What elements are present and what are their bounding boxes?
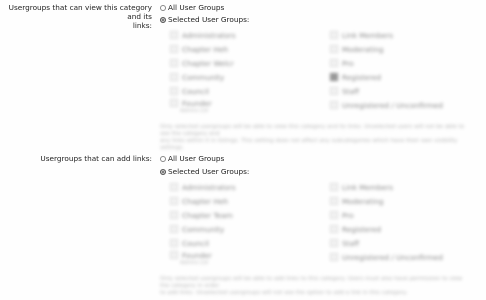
checkbox-checked-icon[interactable] [330,73,338,81]
checkbox-icon[interactable] [170,225,178,233]
usergroup-checkbox[interactable]: Link Members [330,28,443,42]
checkbox-icon[interactable] [330,45,338,53]
usergroup-checkbox[interactable]: Chapter Heh [170,194,236,208]
usergroup-checkbox[interactable]: Moderating [330,42,443,56]
add-usergroup-column-right: Link Members Moderating Pro Registered S… [330,180,443,264]
usergroup-checkbox[interactable]: Pro [330,208,443,222]
checkbox-icon[interactable] [170,87,178,95]
radio-checked-icon[interactable] [160,168,166,175]
usergroup-checkbox[interactable]: Staff [330,236,443,250]
usergroup-checkbox[interactable]: Moderating [330,194,443,208]
add-usergroup-column-left: Administrators Chapter Heh Chapter Team … [170,180,236,266]
view-usergroups-label: Usergroups that can view this category a… [8,3,152,30]
view-permissions-explanation: Only selected usergroups will be able to… [160,124,465,151]
usergroup-checkbox[interactable]: Chapter Heh [170,42,236,56]
usergroup-checkbox[interactable]: Administrators [170,28,236,42]
add-usergroups-label: Usergroups that can add links: [40,154,152,163]
radio-checked-icon[interactable] [160,16,166,23]
view-usergroup-checklist: Administrators Chapter Heh Chapter Welcr… [160,28,480,152]
checkbox-icon[interactable] [330,197,338,205]
checkbox-icon[interactable] [330,31,338,39]
usergroup-checkbox[interactable]: Council [170,236,236,250]
checkbox-icon[interactable] [330,87,338,95]
checkbox-icon[interactable] [330,59,338,67]
usergroup-checkbox[interactable]: Pro [330,56,443,70]
checkbox-icon[interactable] [170,59,178,67]
checkbox-icon[interactable] [170,45,178,53]
add-selected-usergroups-radio[interactable]: Selected User Groups: [160,167,249,176]
view-all-usergroups-radio[interactable]: All User Groups [160,3,224,12]
usergroup-checkbox[interactable]: Unregistered / Unconfirmed [330,250,443,264]
view-usergroup-column-left: Administrators Chapter Heh Chapter Welcr… [170,28,236,114]
view-usergroup-column-right: Link Members Moderating Pro Registered S… [330,28,443,112]
radio-icon[interactable] [160,155,166,162]
checkbox-icon[interactable] [330,239,338,247]
checkbox-icon[interactable] [170,239,178,247]
checkbox-icon[interactable] [330,253,338,261]
usergroup-checkbox[interactable]: Administrators [170,180,236,194]
usergroup-checkbox[interactable]: Link Members [330,180,443,194]
add-usergroup-checklist: Administrators Chapter Heh Chapter Team … [160,180,480,298]
usergroup-checkbox[interactable]: Chapter Welcr [170,56,236,70]
view-permissions-section: Usergroups that can view this category a… [0,0,486,152]
checkbox-icon[interactable] [170,31,178,39]
checkbox-icon[interactable] [330,101,338,109]
usergroup-checkbox[interactable]: Founder [170,98,236,108]
usergroup-checkbox[interactable]: Founder [170,250,236,260]
checkbox-icon[interactable] [330,211,338,219]
usergroup-sub-label: Admins Ltd [180,108,209,114]
usergroup-checkbox[interactable]: Council [170,84,236,98]
checkbox-icon[interactable] [170,211,178,219]
checkbox-icon[interactable] [170,183,178,191]
usergroup-checkbox[interactable]: Staff [330,84,443,98]
add-all-usergroups-radio[interactable]: All User Groups [160,154,224,163]
radio-icon[interactable] [160,4,166,11]
add-permissions-section: Usergroups that can add links: All User … [0,150,486,300]
view-selected-usergroups-radio[interactable]: Selected User Groups: [160,15,249,24]
checkbox-icon[interactable] [330,225,338,233]
checkbox-icon[interactable] [170,73,178,81]
usergroup-checkbox[interactable]: Community [170,222,236,236]
usergroup-checkbox[interactable]: Chapter Team [170,208,236,222]
usergroup-checkbox[interactable]: Unregistered / Unconfirmed [330,98,443,112]
checkbox-icon[interactable] [330,183,338,191]
usergroup-checkbox[interactable]: Registered [330,222,443,236]
checkbox-icon[interactable] [170,99,178,107]
add-permissions-explanation: Only selected usergroups will be able to… [160,276,463,296]
checkbox-icon[interactable] [170,197,178,205]
usergroup-checkbox[interactable]: Community [170,70,236,84]
usergroup-sub-label: Admins Ltd [180,260,209,266]
checkbox-icon[interactable] [170,251,178,259]
usergroup-checkbox[interactable]: Registered [330,70,443,84]
